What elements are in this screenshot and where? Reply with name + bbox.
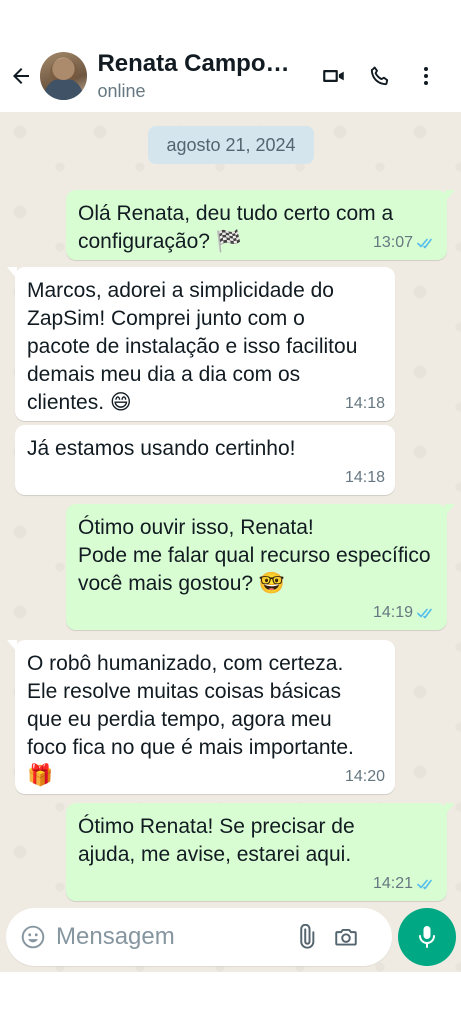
message-text: O robô humanizado, com certeza. Ele reso…	[27, 652, 354, 787]
message-meta: 14:18	[345, 469, 385, 487]
contact-name: Renata Campo…	[97, 50, 290, 77]
double-check-icon	[417, 607, 435, 619]
double-check-icon	[417, 878, 435, 890]
bottom-area	[0, 972, 461, 1024]
message-time: 14:19	[372, 604, 413, 621]
message-time: 14:20	[344, 768, 385, 785]
camera-icon[interactable]	[326, 917, 366, 957]
microphone-icon[interactable]	[398, 908, 456, 966]
status-bar-area	[0, 0, 461, 40]
message-meta: 14:20	[345, 768, 385, 786]
message-time: 13:07	[372, 234, 413, 251]
date-chip: agosto 21, 2024	[148, 126, 314, 164]
message-text: Marcos, adorei a simplicidade do ZapSim!…	[27, 279, 358, 414]
message-meta: 13:07	[373, 234, 435, 252]
message-meta: 14:19	[373, 604, 435, 622]
contact-info[interactable]: Renata Campo… online	[97, 50, 311, 102]
more-vertical-icon[interactable]	[403, 54, 449, 98]
message-outgoing[interactable]: Olá Renata, deu tudo certo com a configu…	[66, 190, 455, 260]
message-time: 14:21	[372, 875, 413, 892]
message-text: Ótimo Renata! Se precisar de ajuda, me a…	[78, 815, 355, 866]
message-text: Ótimo ouvir isso, Renata! Pode me falar …	[78, 516, 431, 595]
message-outgoing[interactable]: Ótimo Renata! Se precisar de ajuda, me a…	[66, 803, 455, 901]
chat-area[interactable]: agosto 21, 2024 Olá Renata, deu tudo cer…	[0, 112, 461, 972]
double-check-icon	[417, 237, 435, 249]
video-call-icon[interactable]	[311, 54, 357, 98]
message-text: Já estamos usando certinho!	[27, 437, 296, 460]
contact-status: online	[97, 81, 146, 101]
phone-icon[interactable]	[357, 54, 403, 98]
message-incoming[interactable]: O robô humanizado, com certeza. Ele reso…	[7, 640, 395, 794]
message-outgoing[interactable]: Ótimo ouvir isso, Renata! Pode me falar …	[66, 504, 455, 630]
message-time: 14:18	[344, 469, 385, 486]
composer-bar	[0, 906, 461, 972]
message-time: 14:18	[344, 395, 385, 412]
composer-pill	[6, 908, 392, 966]
message-input[interactable]	[56, 923, 286, 951]
message-meta: 14:18	[345, 395, 385, 413]
paperclip-icon[interactable]	[286, 917, 326, 957]
message-meta: 14:21	[373, 875, 435, 893]
chat-header: Renata Campo… online	[0, 40, 461, 112]
emoji-icon[interactable]	[18, 922, 48, 952]
arrow-back-icon[interactable]	[4, 56, 38, 96]
header-actions	[311, 54, 449, 98]
message-incoming[interactable]: Marcos, adorei a simplicidade do ZapSim!…	[7, 267, 395, 421]
avatar[interactable]	[39, 52, 88, 100]
message-incoming[interactable]: Já estamos usando certinho! 14:18	[15, 425, 395, 495]
